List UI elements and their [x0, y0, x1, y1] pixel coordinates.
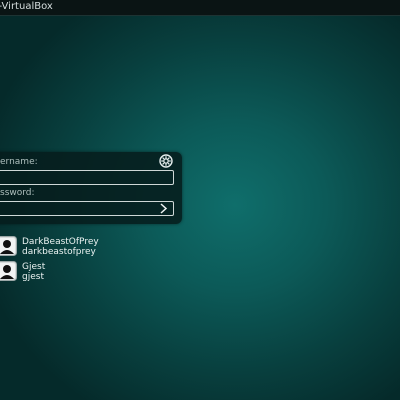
chevron-right-icon[interactable]	[155, 201, 173, 216]
user-item[interactable]: DarkBeastOfPrey darkbeastofprey	[0, 236, 120, 258]
user-login-name: darkbeastofprey	[22, 247, 96, 257]
user-avatar-icon	[0, 261, 17, 281]
user-login-name: gjest	[22, 272, 44, 282]
user-avatar-icon	[0, 236, 17, 256]
username-label: ername:	[0, 157, 38, 167]
window-title: ly-VirtualBox	[0, 1, 53, 12]
top-bar: ly-VirtualBox	[0, 0, 400, 16]
user-display-name: Gjest	[22, 262, 46, 272]
gear-icon[interactable]	[158, 153, 174, 169]
password-label: ssword:	[0, 188, 35, 198]
user-item[interactable]: Gjest gjest	[0, 261, 120, 283]
username-field[interactable]	[0, 170, 174, 191]
user-display-name: DarkBeastOfPrey	[22, 237, 99, 247]
password-field[interactable]	[0, 201, 174, 222]
password-input[interactable]	[0, 208, 173, 222]
